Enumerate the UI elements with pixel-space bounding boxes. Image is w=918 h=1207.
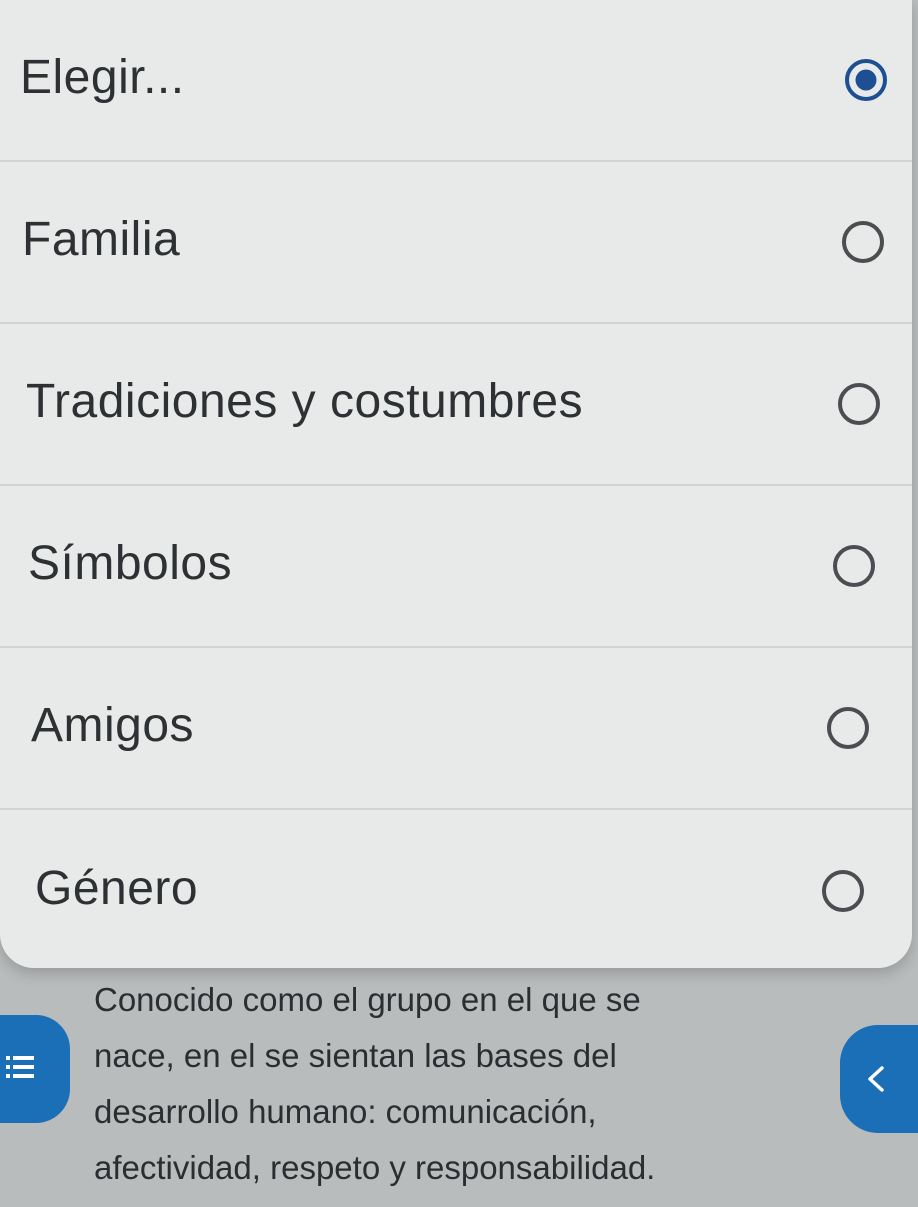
option-simbolos[interactable]: Símbolos: [0, 486, 912, 648]
list-icon: [6, 1056, 34, 1078]
option-label: Amigos: [31, 698, 195, 752]
option-label: Tradiciones y costumbres: [26, 374, 584, 428]
option-familia[interactable]: Familia: [0, 162, 912, 324]
radio-unselected-icon[interactable]: [827, 707, 869, 749]
question-text-line: nace, en el se sientan las bases del: [94, 1037, 617, 1074]
dropdown-options-panel: Elegir... Familia Tradiciones y costumbr…: [0, 0, 912, 968]
radio-selected-icon[interactable]: [845, 59, 887, 101]
list-menu-button[interactable]: [0, 1015, 70, 1123]
back-button[interactable]: [840, 1025, 918, 1133]
option-label: Símbolos: [28, 536, 233, 590]
option-genero[interactable]: Género: [0, 810, 912, 968]
chevron-left-icon: [868, 1066, 884, 1092]
question-text: Conocido como el grupo en el que se nace…: [94, 968, 774, 1196]
radio-unselected-icon[interactable]: [842, 221, 884, 263]
option-elegir[interactable]: Elegir...: [0, 0, 912, 162]
question-text-line: Conocido como el grupo en el que se: [94, 981, 641, 1018]
question-text-line: afectividad, respeto y responsabilidad.: [94, 1149, 656, 1186]
option-label: Elegir...: [20, 50, 185, 104]
option-label: Género: [35, 861, 199, 915]
question-text-line: desarrollo humano: comunicación,: [94, 1093, 597, 1130]
option-amigos[interactable]: Amigos: [0, 648, 912, 810]
radio-unselected-icon[interactable]: [838, 383, 880, 425]
option-tradiciones-y-costumbres[interactable]: Tradiciones y costumbres: [0, 324, 912, 486]
option-label: Familia: [22, 212, 181, 266]
radio-unselected-icon[interactable]: [833, 545, 875, 587]
radio-unselected-icon[interactable]: [822, 870, 864, 912]
